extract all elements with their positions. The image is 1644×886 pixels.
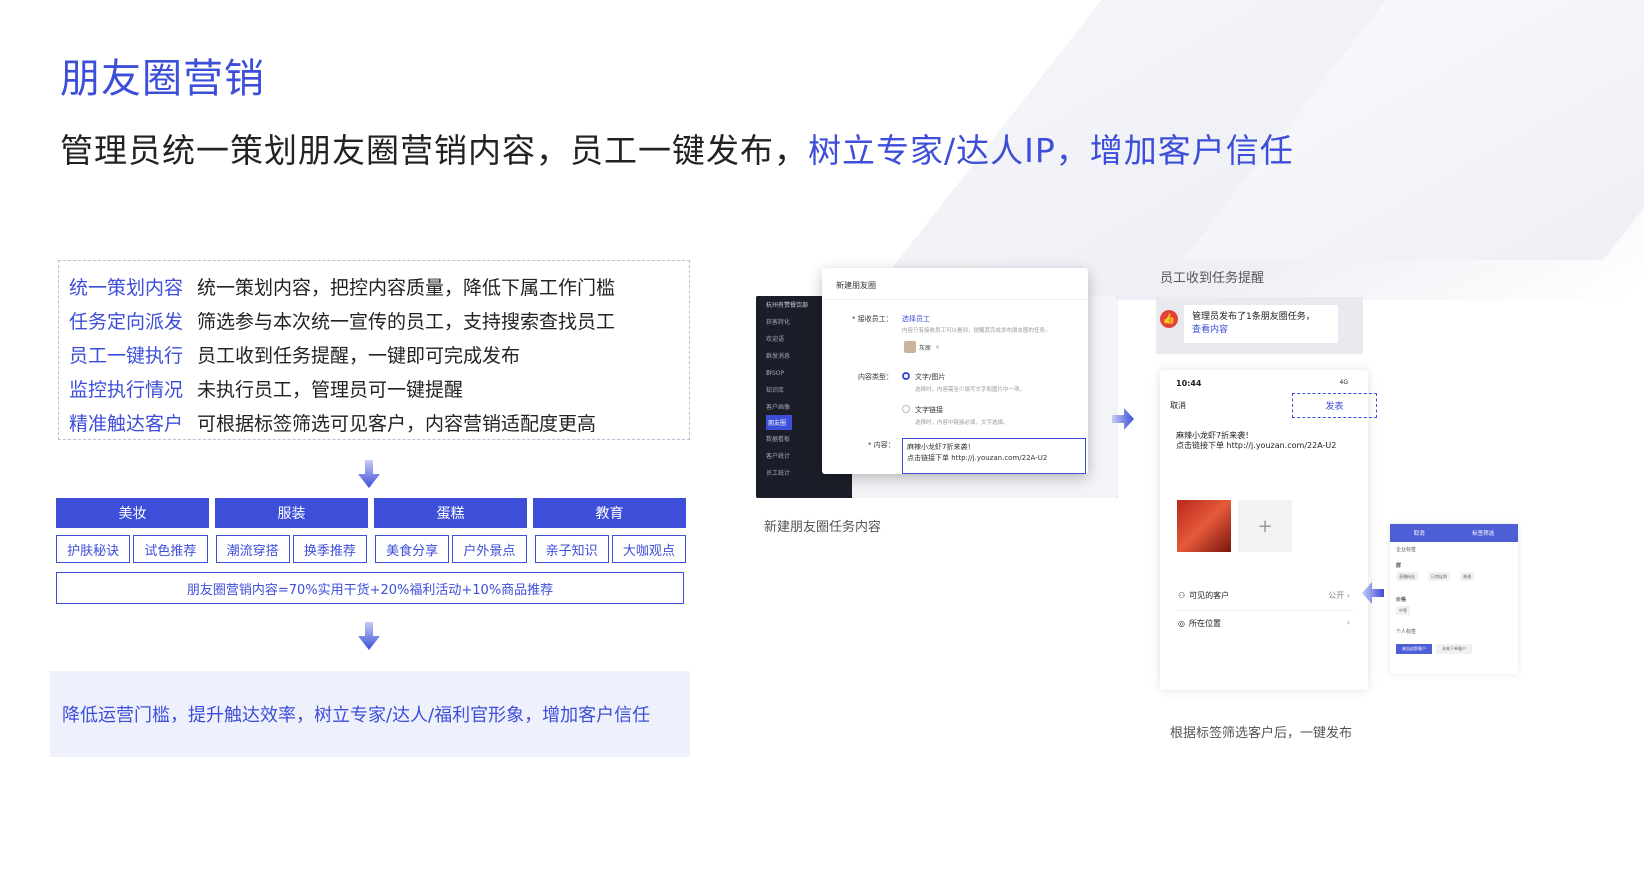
feature-value: 员工收到任务提醒，一键即可完成发布 [197,344,521,367]
category-header: 美妆 [56,498,209,528]
view-content-link[interactable]: 查看内容 [1192,324,1330,337]
category-tag: 亲子知识 [534,535,609,563]
feature-key: 精准触达客户 [69,412,184,435]
filter-chip[interactable]: 直播粉丝 [1396,572,1418,581]
category-tag: 大咖观点 [611,535,686,563]
filter-group-label: 个人标签 [1396,629,1417,635]
category-tag: 试色推荐 [133,535,208,563]
feature-value: 统一策划内容，把控内容质量，降低下属工作门槛 [197,276,616,299]
category-tag: 护肤秘诀 [56,535,131,563]
filter-chip[interactable]: 中等 [1396,606,1410,615]
radio-text-image[interactable] [902,372,910,380]
category-grid: 美妆 服装 蛋糕 教育 护肤秘诀 试色推荐 潮流穿搭 换季推荐 美食分享 户外景… [56,498,686,604]
page-title: 朋友圈营销 [60,56,265,102]
filter-chip[interactable]: 日常促销 [1428,572,1450,581]
location-row[interactable]: ◎ 所在位置 [1178,618,1221,629]
feature-key: 监控执行情况 [69,378,184,401]
content-textarea[interactable]: 麻辣小龙虾7折来袭！ 点击链接下单 http://j.youzan.com/22… [902,438,1086,474]
feature-value: 筛选参与本次统一宣传的员工，支持搜索查找员工 [197,310,616,333]
filter-option-button[interactable]: 未来下单客户 [1436,644,1472,654]
option-hint: 选择时，内容需至少填写文字和图片中一项。 [915,387,1026,393]
cancel-button[interactable]: 取消 [1170,400,1186,411]
feature-item: 员工一键执行 员工收到任务提醒，一键即可完成发布 [69,337,679,371]
radio-text-link[interactable] [902,405,910,413]
notif-caption: 员工收到任务提醒 [1160,271,1265,286]
filter-cancel[interactable]: 取消 [1414,529,1425,537]
receiver-hint: 内容只有接收员工可以看到，提醒其完成发布朋友圈的任务。 [902,328,1051,334]
content-line: 点击链接下单 http://j.youzan.com/22A-U2 [907,454,1048,462]
location-pin-icon: ◎ [1178,619,1185,628]
tag-filter-panel: 取消 标签筛选 企业标签 群 直播粉丝 日常促销 普通 价格 中等 个人标签 来… [1390,524,1518,674]
summary-banner: 降低运营门槛，提升触达效率，树立专家/达人/福利官形象，增加客户信任 [50,671,690,757]
feature-value: 未执行员工，管理员可一键提醒 [197,378,464,401]
visible-customers-label: 可见的客户 [1189,591,1230,600]
arrow-down-icon [358,622,380,650]
feature-item: 精准触达客户 可根据标签筛选可见客户，内容营销适配度更高 [69,405,679,439]
feature-key: 任务定向派发 [69,310,184,333]
divider [1176,610,1354,611]
location-label: 所在位置 [1188,619,1221,628]
receiver-label: * 接收员工： [852,315,893,323]
feature-value: 可根据标签筛选可见客户，内容营销适配度更高 [197,412,597,435]
thumbs-up-icon: 👍 [1160,310,1178,328]
feature-item: 监控执行情况 未执行员工，管理员可一键提醒 [69,371,679,405]
notif-text: 管理员发布了1条朋友圈任务， [1192,312,1315,322]
arrow-down-icon [358,460,380,488]
employee-chip[interactable]: 灰原 × [904,340,940,354]
category-header: 服装 [215,498,368,528]
option-hint: 选择时，内容中链接必填，文字选填。 [915,420,1009,426]
content-formula: 朋友圈营销内容=70%实用干货+20%福利活动+10%商品推荐 [56,572,684,604]
signal-icon: 4G [1339,379,1348,386]
filter-chip[interactable]: 普通 [1460,572,1474,581]
post-text: 点击链接下单 http://j.youzan.com/22A-U2 [1176,441,1337,450]
subtitle-main: 管理员统一策划朋友圈营销内容，员工一键发布， [60,131,808,170]
notification-card[interactable]: 管理员发布了1条朋友圈任务， 查看内容 [1184,305,1338,343]
feature-item: 统一策划内容 统一策划内容，把控内容质量，降低下属工作门槛 [69,269,679,303]
chevron-right-icon: › [1346,618,1350,627]
modal-title: 新建朋友圈 [822,268,1088,300]
new-moment-modal: 新建朋友圈 * 接收员工： 选择员工 内容只有接收员工可以看到，提醒其完成发布朋… [822,268,1088,474]
feature-key: 员工一键执行 [69,344,184,367]
filter-title: 标签筛选 [1472,531,1495,537]
category-tag: 潮流穿搭 [215,535,290,563]
feature-list: 统一策划内容 统一策划内容，把控内容质量，降低下属工作门槛 任务定向派发 筛选参… [58,260,690,440]
avatar [904,341,916,353]
admin-sidebar-item-moments[interactable]: 朋友圈 [766,415,792,430]
category-header: 蛋糕 [374,498,527,528]
visible-customers-value: 公开 › [1328,591,1350,600]
filter-group-label: 价格 [1396,597,1407,603]
caption-phone: 根据标签筛选客户后，一键发布 [1170,726,1353,741]
crayfish-photo [1177,500,1231,552]
add-photo-button[interactable]: + [1238,500,1292,552]
select-employee-link[interactable]: 选择员工 [902,314,930,324]
filter-option-button[interactable]: 来自这群客户 [1396,644,1432,654]
filter-group-label: 企业标签 [1396,547,1417,553]
content-label: * 内容： [868,441,895,449]
employee-name: 灰原 [919,344,932,352]
arrow-left-icon [1362,582,1384,604]
category-tag: 美食分享 [375,535,450,563]
close-icon[interactable]: × [935,344,940,351]
content-line: 麻辣小龙虾7折来袭！ [907,443,975,451]
filter-group-sub: 群 [1396,563,1402,569]
feature-item: 任务定向派发 筛选参与本次统一宣传的员工，支持搜索查找员工 [69,303,679,337]
feature-key: 统一策划内容 [69,276,184,299]
arrow-right-icon [1112,408,1134,430]
category-tag: 换季推荐 [292,535,367,563]
category-header: 教育 [533,498,686,528]
subtitle-highlight: 树立专家/达人IP，增加客户信任 [808,131,1294,170]
status-time: 10:44 [1176,379,1202,388]
user-icon: ⚇ [1178,591,1186,600]
category-tag: 户外景点 [452,535,527,563]
filter-header: 取消 标签筛选 [1390,524,1518,542]
caption-admin: 新建朋友圈任务内容 [764,520,882,535]
page-subtitle: 管理员统一策划朋友圈营销内容，员工一键发布，树立专家/达人IP，增加客户信任 [60,124,1294,172]
visible-customers-row[interactable]: ⚇ 可见的客户 [1178,590,1229,601]
option-text-image: 文字/图片 [915,373,946,381]
option-text-link: 文字链接 [915,406,943,414]
publish-button[interactable]: 发表 [1292,393,1377,418]
content-type-label: 内容类型： [858,373,893,381]
